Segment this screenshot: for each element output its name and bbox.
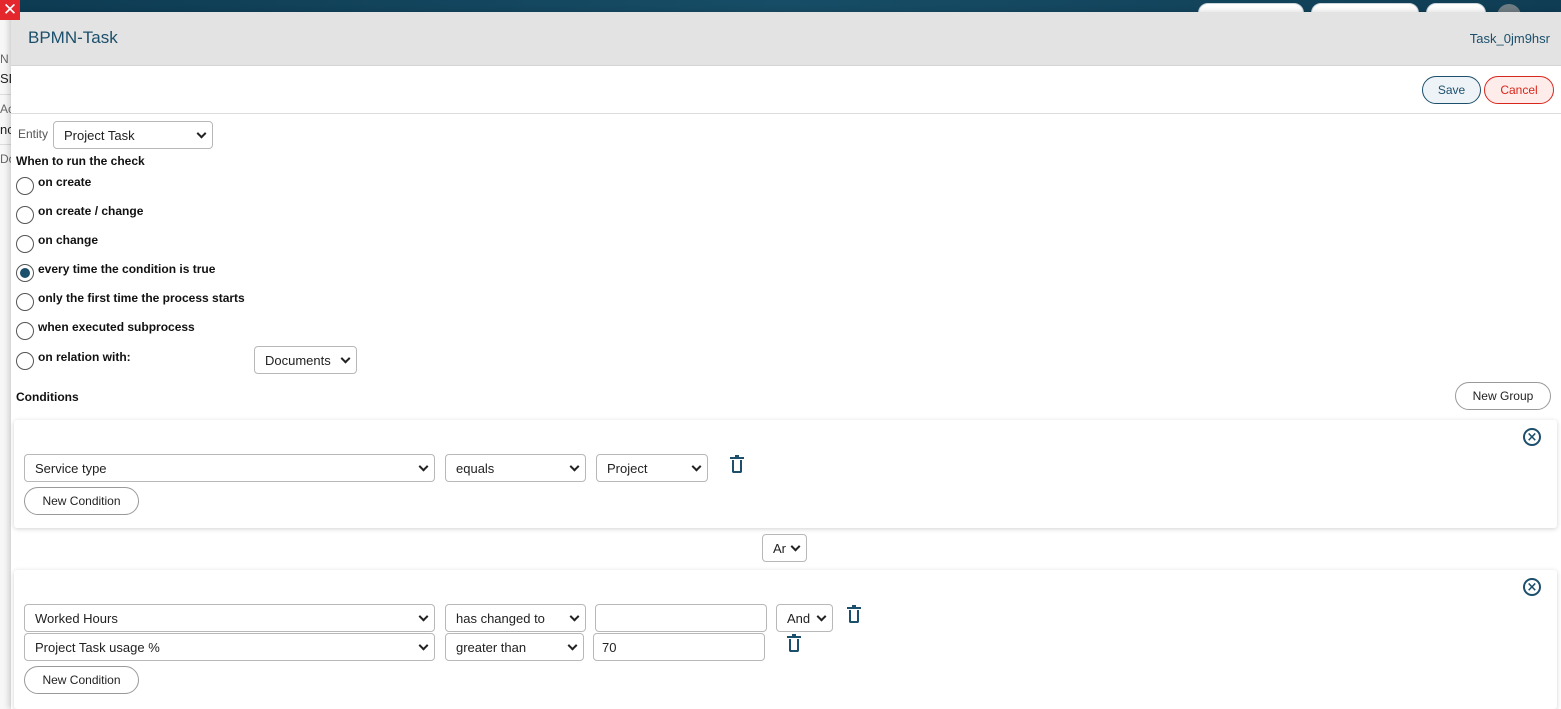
modal-header: BPMN-Task Task_0jm9hsr <box>11 12 1561 66</box>
radio-button[interactable] <box>16 352 34 370</box>
modal-toolbar: Save Cancel <box>11 66 1561 114</box>
relation-select-value: Documents <box>265 352 331 368</box>
chevron-down-icon <box>418 611 429 622</box>
group-join-select[interactable]: Ar <box>762 534 807 562</box>
remove-group-icon[interactable]: × <box>1523 428 1541 446</box>
chevron-down-icon <box>816 611 827 622</box>
radio-label: on change <box>38 233 99 247</box>
radio-label: on create <box>38 175 92 189</box>
condition-join-value: And <box>787 610 811 626</box>
chevron-down-icon <box>569 611 580 622</box>
new-condition-button[interactable]: New Condition <box>24 666 139 694</box>
save-button[interactable]: Save <box>1422 76 1481 104</box>
relation-select[interactable]: Documents <box>254 346 357 374</box>
radio-label: when executed subprocess <box>38 320 195 334</box>
radio-button[interactable] <box>16 206 34 224</box>
condition-field-select[interactable]: Project Task usage % <box>24 633 435 661</box>
condition-operator-value: equals <box>456 460 495 476</box>
trigger-heading: When to run the check <box>16 154 145 168</box>
conditions-heading: Conditions <box>16 390 79 404</box>
chevron-down-icon <box>790 541 801 552</box>
chevron-down-icon <box>196 128 207 139</box>
chevron-down-icon <box>691 461 702 472</box>
chevron-down-icon <box>569 461 580 472</box>
remove-group-icon[interactable]: × <box>1523 578 1541 596</box>
condition-field-value: Worked Hours <box>35 610 118 626</box>
condition-value-input[interactable]: 70 <box>593 633 765 661</box>
background-text: N <box>0 52 9 66</box>
radio-label: every time the condition is true <box>38 262 216 276</box>
task-id: Task_0jm9hsr <box>1469 31 1550 46</box>
chevron-down-icon <box>418 640 429 651</box>
trash-icon[interactable] <box>787 634 801 652</box>
radio-button[interactable] <box>16 293 34 311</box>
condition-value: Project <box>607 460 648 476</box>
radio-button[interactable] <box>16 177 34 195</box>
condition-operator-select[interactable]: greater than <box>445 633 584 661</box>
close-icon[interactable]: ✕ <box>0 0 20 20</box>
chevron-down-icon <box>340 353 351 364</box>
condition-value-select[interactable]: Project <box>596 454 708 482</box>
group-join-value: Ar <box>773 540 786 556</box>
entity-select[interactable]: Project Task <box>53 121 213 149</box>
condition-field-select[interactable]: Worked Hours <box>24 604 435 632</box>
radio-button[interactable] <box>16 322 34 340</box>
trash-icon[interactable] <box>730 455 744 473</box>
entity-select-value: Project Task <box>64 127 135 143</box>
chevron-down-icon <box>418 461 429 472</box>
new-condition-button[interactable]: New Condition <box>24 487 139 515</box>
new-group-button[interactable]: New Group <box>1455 382 1551 410</box>
condition-field-select[interactable]: Service type <box>24 454 435 482</box>
condition-join-select[interactable]: And <box>776 604 833 632</box>
condition-field-value: Service type <box>35 460 107 476</box>
condition-operator-select[interactable]: has changed to <box>445 604 586 632</box>
condition-operator-value: has changed to <box>456 610 545 626</box>
condition-value-input[interactable] <box>595 604 767 632</box>
radio-button-selected[interactable] <box>16 264 34 282</box>
modal-title: BPMN-Task <box>28 28 118 47</box>
trash-icon[interactable] <box>847 605 861 623</box>
condition-field-value: Project Task usage % <box>35 639 160 655</box>
radio-label: on relation with: <box>38 350 131 364</box>
condition-operator-value: greater than <box>456 639 527 655</box>
radio-label: on create / change <box>38 204 144 218</box>
entity-label: Entity <box>18 127 49 141</box>
cancel-button[interactable]: Cancel <box>1484 76 1554 104</box>
chevron-down-icon <box>567 640 578 651</box>
radio-button[interactable] <box>16 235 34 253</box>
condition-operator-select[interactable]: equals <box>445 454 586 482</box>
radio-label: only the first time the process starts <box>38 291 245 305</box>
